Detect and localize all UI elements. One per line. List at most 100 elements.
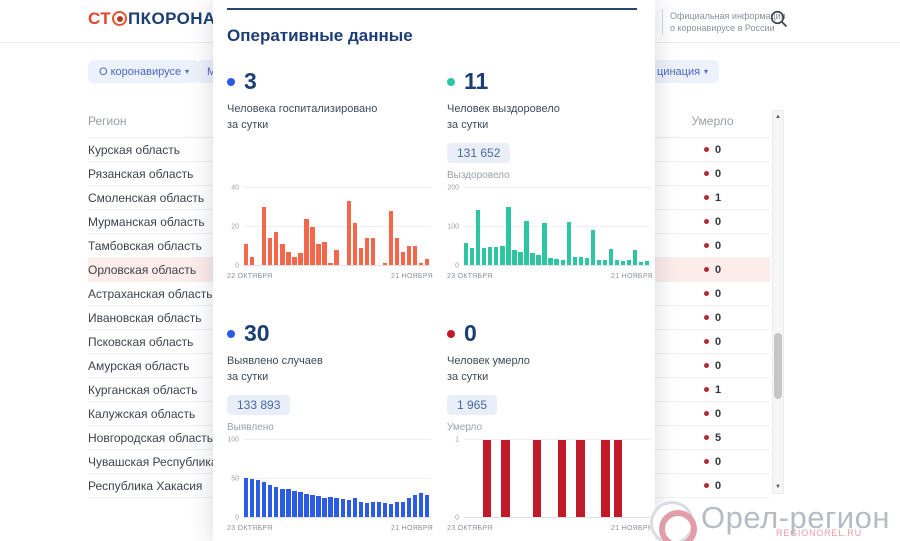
region-row[interactable]: Калужская область [88, 402, 213, 426]
chart-bar [620, 261, 626, 265]
deaths-value: 0 [714, 143, 722, 156]
chart-bar [250, 257, 255, 265]
chart-bar [601, 440, 610, 517]
region-row[interactable]: Астраханская область [88, 282, 213, 306]
chart-bar [298, 492, 303, 517]
deaths-row[interactable]: 0 [655, 258, 770, 282]
stat-dot-icon [447, 77, 455, 86]
deaths-dot-icon [703, 171, 709, 176]
chart-bar [250, 479, 255, 517]
deaths-row[interactable]: 0 [655, 330, 770, 354]
logo-text-prefix: СТ [88, 9, 112, 28]
stat-value: 11 [464, 68, 489, 94]
deaths-row[interactable]: 0 [655, 450, 770, 474]
region-row[interactable]: Орловская область [88, 258, 213, 282]
deaths-value: 0 [714, 359, 722, 372]
deaths-row[interactable]: 1 [655, 186, 770, 210]
chart-plot [464, 187, 651, 266]
deaths-row[interactable]: 0 [655, 282, 770, 306]
chart-y-axis: 0 50 100 [227, 436, 242, 522]
x-axis-start-label: 23 ОКТЯБРЯ [447, 525, 493, 532]
deaths-dot-icon [703, 411, 709, 416]
chart-bar [482, 247, 487, 265]
x-axis-end-label: 21 НОЯБРЯ [391, 273, 433, 280]
region-row[interactable]: Мурманская область [88, 210, 213, 234]
deaths-value: 0 [714, 239, 722, 252]
chart-bar [578, 257, 583, 265]
deaths-row[interactable]: 0 [655, 138, 770, 162]
deaths-dot-icon [703, 483, 709, 488]
chart-x-axis: 23 ОКТЯБРЯ 21 НОЯБРЯ [447, 273, 653, 280]
region-row[interactable]: Чувашская Республика [88, 450, 218, 474]
region-row[interactable]: Ивановская область [88, 306, 213, 330]
stat-recovered: 11 Человек выздоровело за сутки 131 652 … [447, 62, 653, 280]
deaths-row[interactable]: 1 [655, 378, 770, 402]
chart-bar [328, 263, 333, 265]
deaths-value: 1 [714, 191, 722, 204]
chart-bar [310, 494, 315, 517]
stat-label-line1: Человек выздоровело [447, 103, 560, 115]
table-scrollbar[interactable]: ▲ ▼ [772, 110, 784, 494]
chart-bar [364, 238, 369, 265]
deaths-row[interactable]: 0 [655, 210, 770, 234]
chart-bar [328, 496, 333, 517]
y-tick-label: 0 [235, 514, 239, 522]
region-row[interactable]: Новгородская область [88, 426, 213, 450]
deaths-row[interactable]: 0 [655, 474, 770, 498]
chart-bar [532, 440, 541, 517]
chart-bar [394, 502, 400, 517]
page: СТПКОРОНАВИ Официальная информация о кор… [0, 0, 900, 541]
deaths-row[interactable]: 5 [655, 426, 770, 450]
y-tick-label: 40 [231, 184, 239, 192]
deaths-row[interactable]: 0 [655, 402, 770, 426]
chart-bar [560, 260, 565, 265]
region-row[interactable]: Псковская область [88, 330, 213, 354]
chart-bar [424, 259, 430, 265]
scroll-up-icon[interactable]: ▲ [773, 111, 783, 123]
stat-total-badge: 133 893 [227, 395, 291, 415]
region-row[interactable]: Республика Хакасия [88, 474, 213, 498]
chart-bar [244, 243, 249, 265]
chart-bar [406, 245, 412, 265]
nav-about-covid[interactable]: О коронавирусе ▾ [88, 60, 201, 83]
chart-bar [322, 497, 327, 517]
chart-bar [244, 477, 249, 517]
y-tick-label: 100 [227, 436, 239, 444]
scrollbar-thumb[interactable] [774, 333, 782, 399]
site-logo[interactable]: СТ ПКОРОНАВИ [88, 9, 213, 29]
chart-bar [424, 494, 430, 517]
chart-bar [608, 248, 614, 265]
region-row[interactable]: Смоленская область [88, 186, 213, 210]
region-row[interactable]: Амурская область [88, 354, 213, 378]
deaths-value: 0 [714, 263, 722, 276]
deaths-column-header: Умерло [655, 106, 770, 138]
deaths-value: 1 [714, 383, 722, 396]
region-row[interactable]: Курская область [88, 138, 213, 162]
search-icon[interactable] [769, 9, 789, 29]
watermark-subtitle: REGIONOREL.RU [776, 528, 862, 538]
stat-label-line1: Человек умерло [447, 355, 530, 367]
chart-bar [536, 255, 541, 265]
chart-bar [382, 503, 388, 517]
stat-total-badge: 131 652 [447, 143, 511, 163]
chart-bar [554, 259, 559, 265]
deaths-row[interactable]: 0 [655, 234, 770, 258]
x-axis-end-label: 21 НОЯБРЯ [611, 525, 653, 532]
scroll-down-icon[interactable]: ▼ [773, 481, 783, 493]
chart-bar [470, 248, 475, 265]
chart-bar [542, 222, 547, 265]
chart-bar [382, 263, 388, 265]
chart-bar [304, 218, 309, 265]
nav-vaccination[interactable]: цинация ▾ [646, 60, 720, 83]
region-row[interactable]: Рязанская область [88, 162, 213, 186]
deaths-dot-icon [703, 459, 709, 464]
region-row[interactable]: Тамбовская область [88, 234, 213, 258]
x-axis-end-label: 21 НОЯБРЯ [611, 273, 653, 280]
deaths-row[interactable]: 0 [655, 354, 770, 378]
deaths-row[interactable]: 0 [655, 306, 770, 330]
deaths-row[interactable]: 0 [655, 162, 770, 186]
deaths-dot-icon [703, 291, 709, 296]
deaths-value: 0 [714, 335, 722, 348]
region-row[interactable]: Курганская область [88, 378, 213, 402]
deaths-dot-icon [703, 435, 709, 440]
